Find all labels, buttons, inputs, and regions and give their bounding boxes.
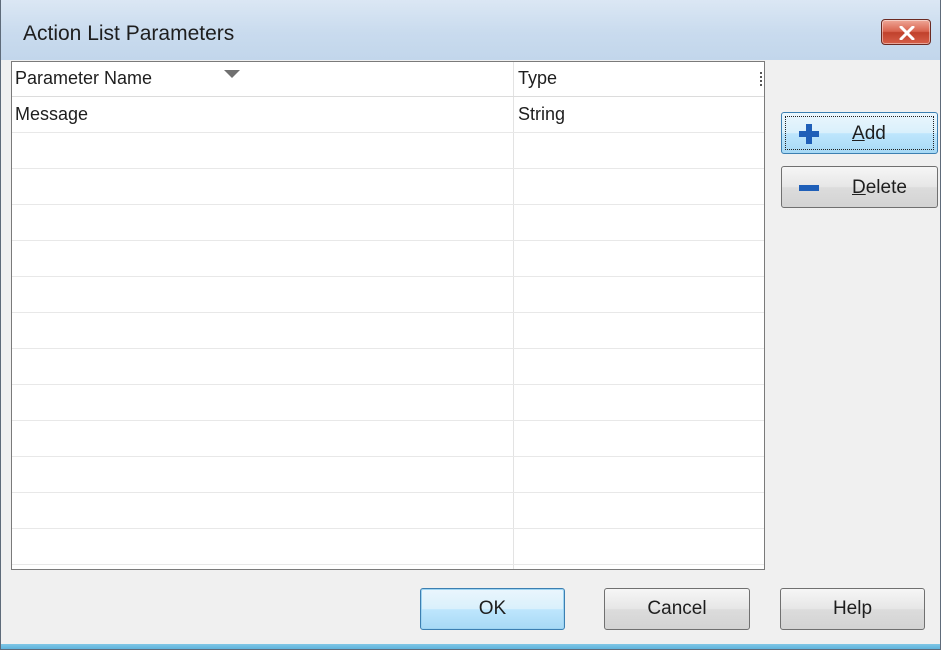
- table-row[interactable]: [12, 565, 764, 569]
- parameter-name-cell[interactable]: [12, 169, 514, 204]
- table-row[interactable]: [12, 277, 764, 313]
- action-list-parameters-dialog: Action List Parameters Parameter Name Ty…: [0, 0, 941, 650]
- grid-rows: Message String: [12, 97, 764, 569]
- parameter-type-cell[interactable]: [514, 385, 764, 420]
- table-row[interactable]: [12, 169, 764, 205]
- parameter-name-cell[interactable]: [12, 565, 514, 569]
- column-header-label: Parameter Name: [15, 68, 153, 88]
- sort-descending-icon: [224, 70, 240, 78]
- cancel-button[interactable]: Cancel: [604, 588, 750, 630]
- add-button[interactable]: Add: [781, 112, 938, 154]
- parameter-type-cell[interactable]: [514, 349, 764, 384]
- plus-icon: [799, 124, 819, 144]
- parameter-type-cell[interactable]: [514, 313, 764, 348]
- parameter-name-cell[interactable]: [12, 457, 514, 492]
- parameter-type-cell[interactable]: [514, 169, 764, 204]
- parameter-name-cell[interactable]: [12, 313, 514, 348]
- table-row[interactable]: [12, 205, 764, 241]
- parameters-grid[interactable]: Parameter Name Type Message String: [11, 61, 765, 570]
- minus-icon: [799, 185, 819, 191]
- parameter-name-cell[interactable]: [12, 385, 514, 420]
- parameter-name-cell[interactable]: [12, 421, 514, 456]
- table-row[interactable]: [12, 313, 764, 349]
- parameter-type-cell[interactable]: [514, 241, 764, 276]
- dialog-title: Action List Parameters: [23, 22, 235, 45]
- column-resize-grip[interactable]: [760, 72, 764, 86]
- parameter-type-cell[interactable]: [514, 133, 764, 168]
- parameter-type-cell[interactable]: [514, 565, 764, 569]
- parameter-type-cell[interactable]: String: [514, 97, 764, 132]
- table-row[interactable]: [12, 133, 764, 169]
- parameter-type-cell[interactable]: [514, 493, 764, 528]
- table-row[interactable]: [12, 457, 764, 493]
- table-row[interactable]: [12, 493, 764, 529]
- table-row[interactable]: [12, 421, 764, 457]
- parameter-type-cell[interactable]: [514, 457, 764, 492]
- help-button[interactable]: Help: [780, 588, 925, 630]
- parameter-type-cell[interactable]: [514, 277, 764, 312]
- close-icon: [899, 26, 915, 40]
- parameter-type-cell[interactable]: [514, 421, 764, 456]
- close-button[interactable]: [881, 19, 931, 45]
- parameter-name-cell[interactable]: [12, 349, 514, 384]
- add-button-label: Add: [852, 123, 886, 144]
- parameter-name-cell[interactable]: [12, 205, 514, 240]
- table-row[interactable]: Message String: [12, 97, 764, 133]
- parameter-type-cell[interactable]: [514, 205, 764, 240]
- table-row[interactable]: [12, 529, 764, 565]
- table-row[interactable]: [12, 241, 764, 277]
- ok-button[interactable]: OK: [420, 588, 565, 630]
- delete-button-label: Delete: [852, 177, 907, 198]
- delete-button[interactable]: Delete: [781, 166, 938, 208]
- column-header-parameter-name[interactable]: Parameter Name: [12, 62, 514, 96]
- parameter-name-cell[interactable]: [12, 493, 514, 528]
- parameter-name-cell[interactable]: Message: [12, 97, 514, 132]
- parameter-name-cell[interactable]: [12, 529, 514, 564]
- parameter-name-cell[interactable]: [12, 133, 514, 168]
- table-row[interactable]: [12, 349, 764, 385]
- parameter-type-cell[interactable]: [514, 529, 764, 564]
- title-bar[interactable]: Action List Parameters: [1, 0, 940, 60]
- column-header-label: Type: [518, 68, 558, 88]
- grid-header: Parameter Name Type: [12, 62, 764, 97]
- column-header-type[interactable]: Type: [514, 62, 764, 96]
- parameter-name-cell[interactable]: [12, 277, 514, 312]
- parameter-name-cell[interactable]: [12, 241, 514, 276]
- table-row[interactable]: [12, 385, 764, 421]
- window-bottom-border: [1, 644, 940, 649]
